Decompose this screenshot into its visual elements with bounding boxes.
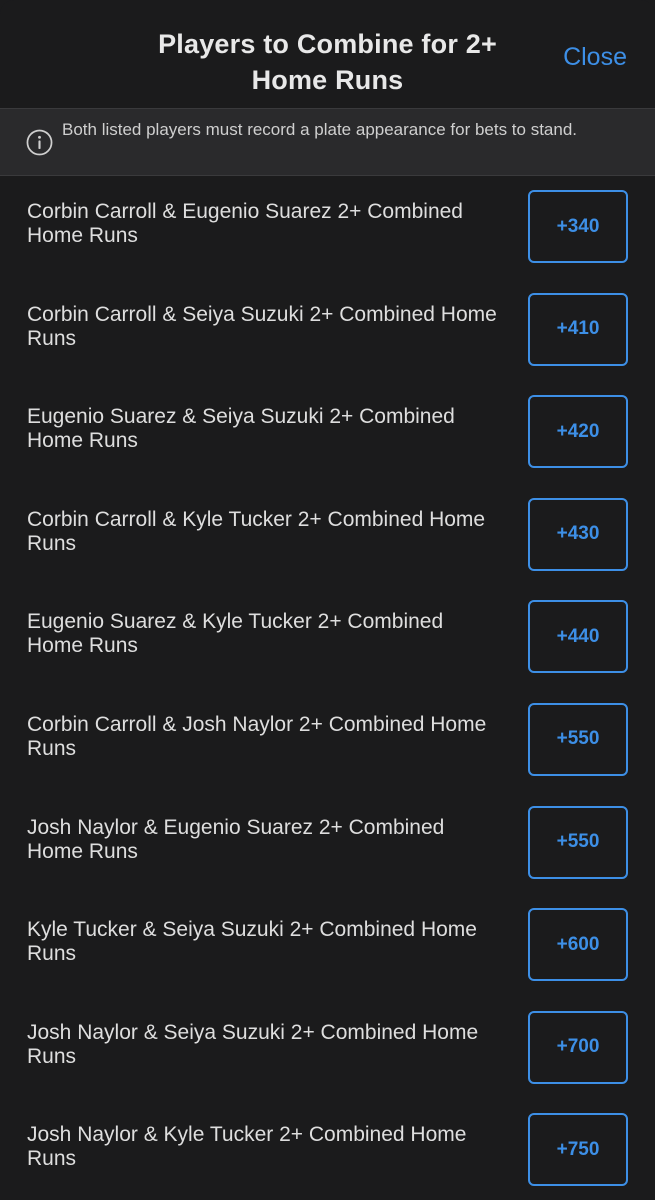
odds-button[interactable]: +700 — [528, 1010, 628, 1084]
market-label: Corbin Carroll & Kyle Tucker 2+ Combined… — [27, 507, 486, 555]
page-title: Players to Combine for 2+ Home Runs — [158, 29, 497, 95]
market-label: Corbin Carroll & Seiya Suzuki 2+ Combine… — [27, 302, 497, 350]
info-banner: Both listed players must record a plate … — [0, 108, 655, 176]
odds-button[interactable]: +430 — [528, 497, 628, 571]
market-label: Eugenio Suarez & Seiya Suzuki 2+ Combine… — [27, 405, 455, 453]
sheet-header: Players to Combine for 2+ Home Runs Clos… — [0, 0, 655, 107]
market-label: Corbin Carroll & Eugenio Suarez 2+ Combi… — [27, 200, 463, 247]
market-label: Josh Naylor & Eugenio Suarez 2+ Combined… — [27, 815, 445, 863]
market-label: Corbin Carroll & Josh Naylor 2+ Combined… — [27, 712, 487, 760]
market-label: Kyle Tucker & Seiya Suzuki 2+ Combined H… — [27, 918, 477, 966]
market-list: Corbin Carroll & Eugenio Suarez 2+ Combi… — [0, 176, 655, 1200]
odds-button[interactable]: +550 — [528, 702, 628, 776]
info-banner-text: Both listed players must record a plate … — [62, 120, 578, 139]
odds-button[interactable]: +550 — [528, 805, 628, 879]
info-icon — [26, 129, 53, 156]
list-item: Corbin Carroll & Eugenio Suarez 2+ Combi… — [0, 176, 655, 279]
market-sheet: Players to Combine for 2+ Home Runs Clos… — [0, 0, 655, 1200]
close-button[interactable]: Close — [563, 43, 627, 72]
list-item: Eugenio Suarez & Seiya Suzuki 2+ Combine… — [0, 381, 655, 484]
odds-button[interactable]: +440 — [528, 600, 628, 674]
list-item: Corbin Carroll & Josh Naylor 2+ Combined… — [0, 689, 655, 792]
list-item: Josh Naylor & Kyle Tucker 2+ Combined Ho… — [0, 1099, 655, 1200]
market-label: Eugenio Suarez & Kyle Tucker 2+ Combined… — [27, 610, 444, 658]
list-item: Corbin Carroll & Seiya Suzuki 2+ Combine… — [0, 279, 655, 382]
odds-button[interactable]: +410 — [528, 292, 628, 366]
market-label: Josh Naylor & Seiya Suzuki 2+ Combined H… — [27, 1020, 479, 1068]
market-label: Josh Naylor & Kyle Tucker 2+ Combined Ho… — [27, 1123, 467, 1171]
odds-button[interactable]: +600 — [528, 908, 628, 982]
list-item: Eugenio Suarez & Kyle Tucker 2+ Combined… — [0, 586, 655, 689]
list-item: Corbin Carroll & Kyle Tucker 2+ Combined… — [0, 484, 655, 587]
list-item: Josh Naylor & Eugenio Suarez 2+ Combined… — [0, 792, 655, 895]
odds-button[interactable]: +420 — [528, 395, 628, 469]
odds-button[interactable]: +750 — [528, 1113, 628, 1187]
list-item: Josh Naylor & Seiya Suzuki 2+ Combined H… — [0, 997, 655, 1100]
odds-button[interactable]: +340 — [528, 190, 628, 263]
list-item: Kyle Tucker & Seiya Suzuki 2+ Combined H… — [0, 894, 655, 997]
